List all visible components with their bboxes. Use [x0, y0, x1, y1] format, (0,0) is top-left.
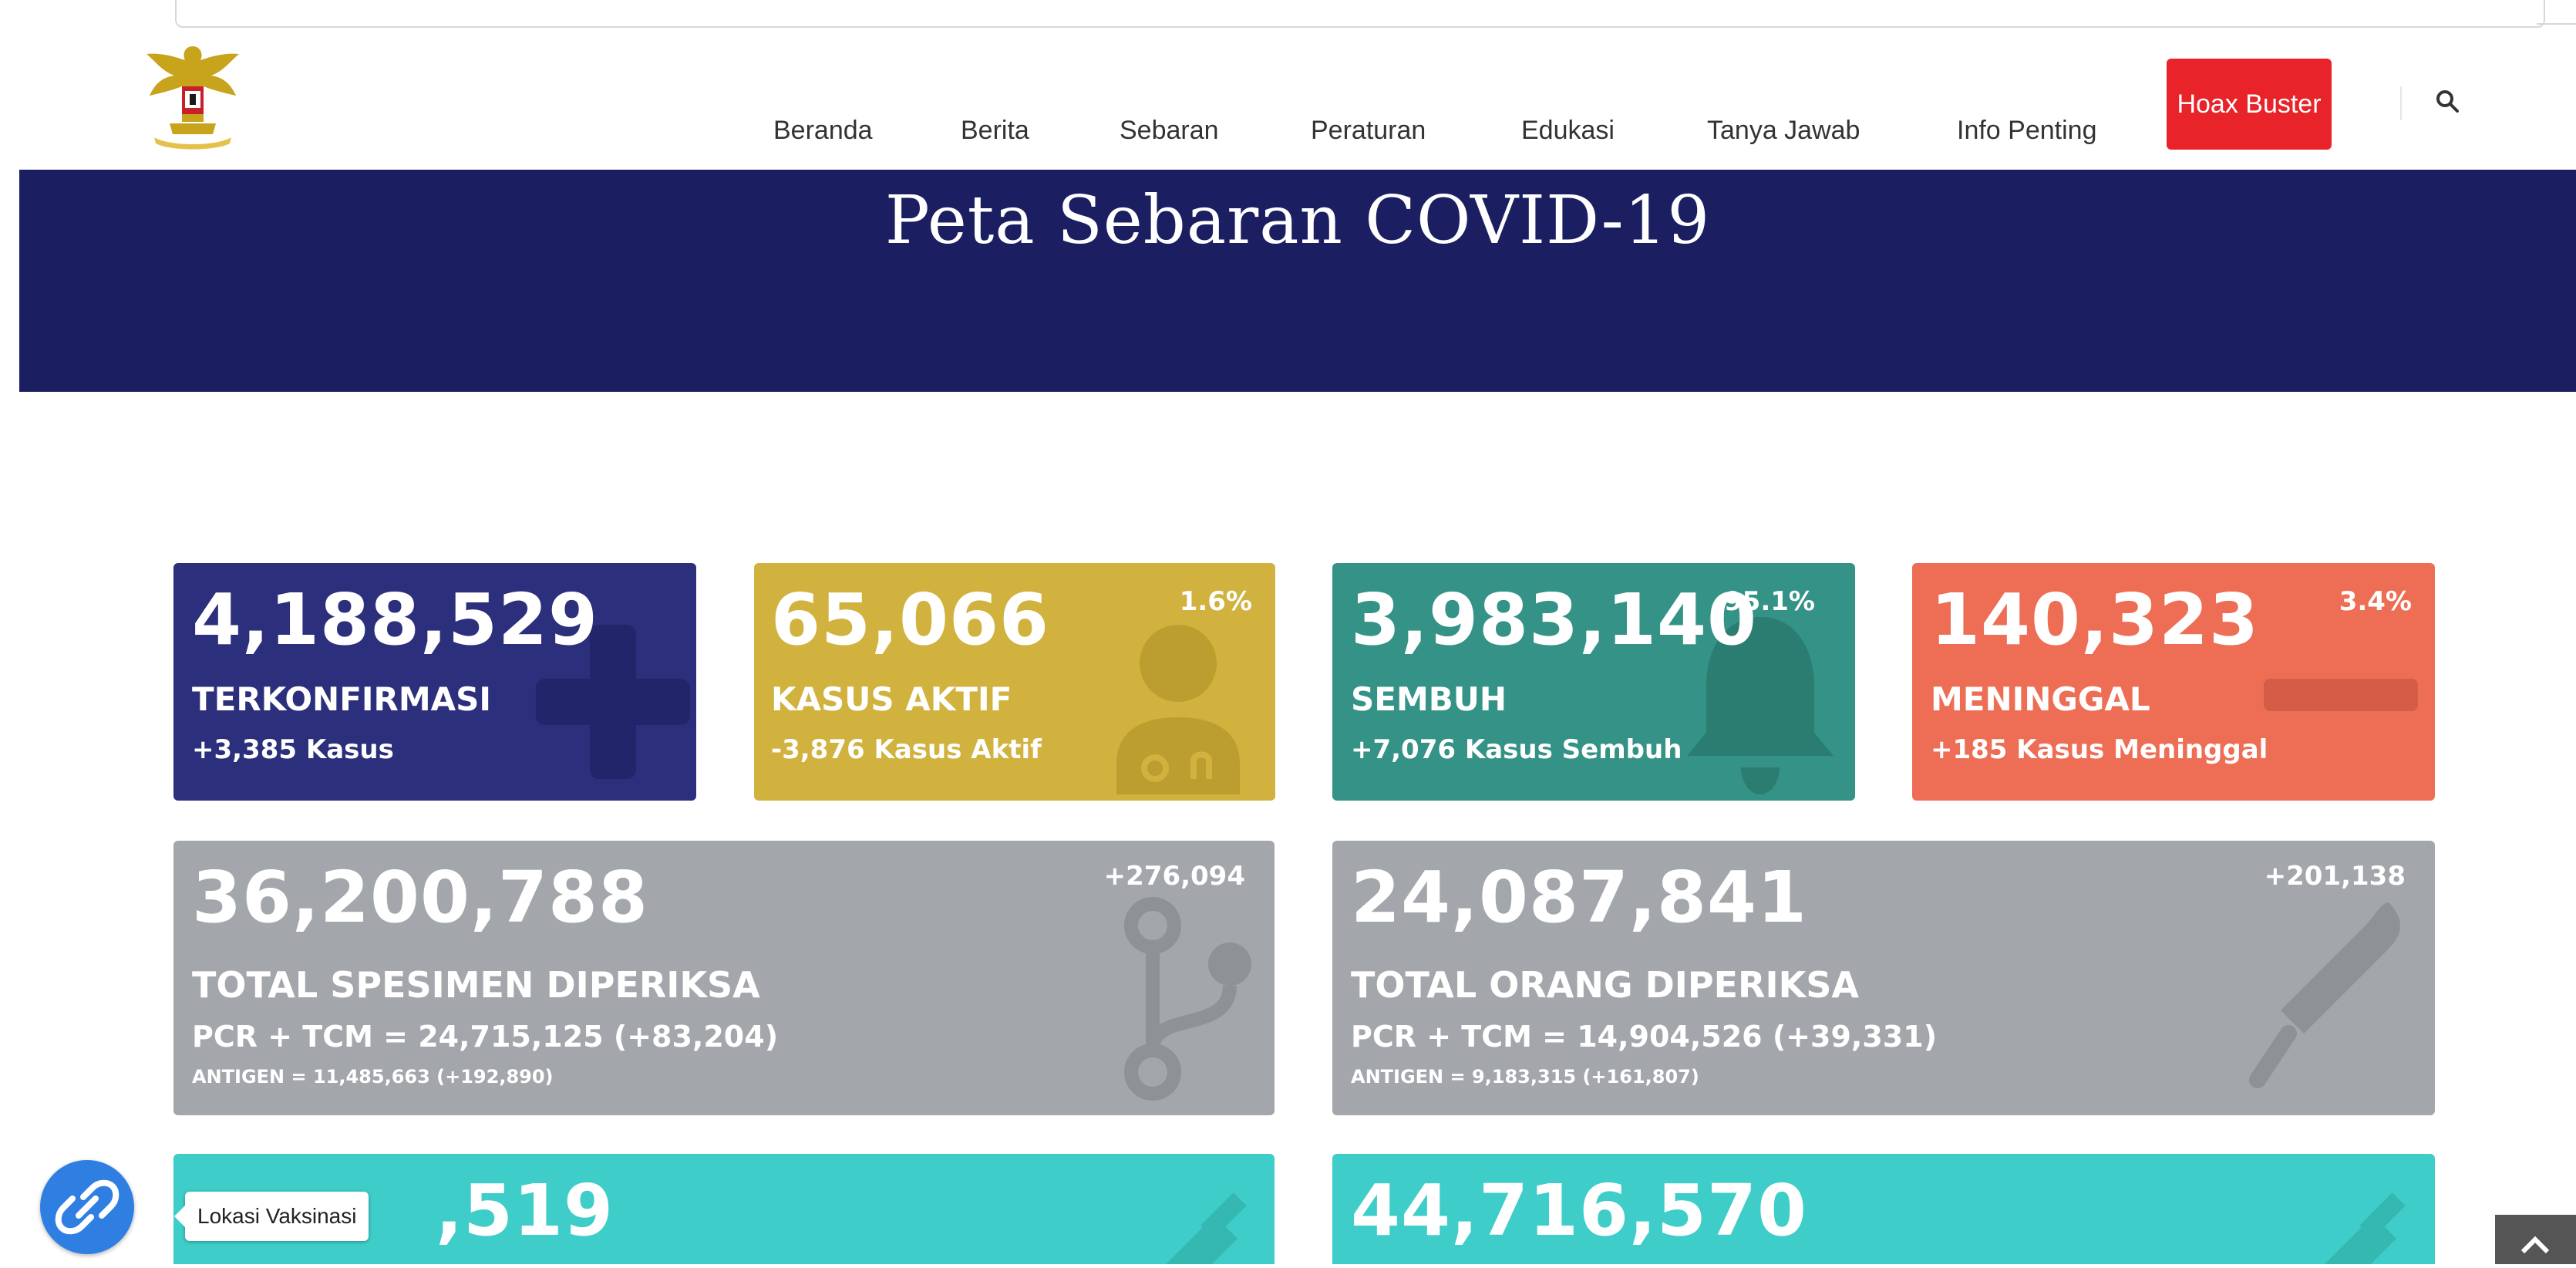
vaccination-location-button[interactable] [40, 1160, 134, 1254]
stat-card-active: 1.6% 65,066 KASUS AKTIF -3,876 Kasus Akt… [754, 563, 1275, 801]
doctor-icon [1116, 625, 1240, 794]
nav-divider [2400, 86, 2402, 120]
link-icon [55, 1179, 120, 1235]
confirmed-label: TERKONFIRMASI [192, 680, 492, 718]
stat-card-deaths: 3.4% 140,323 MENINGGAL +185 Kasus Mening… [1912, 563, 2435, 801]
nav-info-penting[interactable]: Info Penting [1957, 116, 2096, 146]
vaccine-1-value: ,519 [436, 1169, 614, 1252]
specimens-pcr: PCR + TCM = 24,715,125 (+83,204) [192, 1020, 779, 1054]
nav-edukasi[interactable]: Edukasi [1521, 116, 1615, 146]
deaths-percent: 3.4% [2339, 586, 2412, 617]
nav-peraturan[interactable]: Peraturan [1311, 116, 1426, 146]
specimens-antigen: ANTIGEN = 11,485,663 (+192,890) [192, 1066, 554, 1088]
active-percent: 1.6% [1179, 586, 1252, 617]
deaths-label: MENINGGAL [1931, 680, 2150, 718]
people-label: TOTAL ORANG DIPERIKSA [1351, 964, 1859, 1006]
vaccine-2-value: 44,716,570 [1351, 1169, 1808, 1252]
chevron-up-icon [2520, 1236, 2550, 1254]
nav-berita[interactable]: Berita [961, 116, 1029, 146]
stat-card-vaccine-2: 44,716,570 [1332, 1154, 2435, 1264]
specimens-value: 36,200,788 [192, 856, 649, 939]
active-label: KASUS AKTIF [771, 680, 1012, 718]
active-change: -3,876 Kasus Aktif [771, 734, 1042, 765]
people-value: 24,087,841 [1351, 856, 1808, 939]
thermometer-icon [2249, 902, 2400, 1088]
search-icon[interactable] [2433, 86, 2463, 117]
people-delta: +201,138 [2264, 861, 2406, 892]
navbar: Beranda Berita Sebaran Peraturan Edukasi… [0, 31, 2576, 170]
nav-tanya-jawab[interactable]: Tanya Jawab [1707, 116, 1860, 146]
page-title: Peta Sebaran COVID-19 [884, 182, 1711, 259]
vaccination-tooltip: Lokasi Vaksinasi [173, 1192, 369, 1241]
browser-edge-right [2537, 0, 2576, 25]
recovered-value: 3,983,140 [1351, 578, 1757, 661]
confirmed-change: +3,385 Kasus [192, 734, 394, 765]
scroll-top-button[interactable] [2495, 1215, 2576, 1264]
garuda-logo[interactable] [139, 31, 247, 162]
active-value: 65,066 [771, 578, 1050, 661]
stat-card-specimens: +276,094 36,200,788 TOTAL SPESIMEN DIPER… [173, 841, 1275, 1115]
stat-card-recovered: 95.1% 3,983,140 SEMBUH +7,076 Kasus Semb… [1332, 563, 1855, 801]
nav-beranda[interactable]: Beranda [773, 116, 873, 146]
hoax-buster-button[interactable]: Hoax Buster [2167, 59, 2332, 150]
recovered-change: +7,076 Kasus Sembuh [1351, 734, 1682, 765]
deaths-value: 140,323 [1931, 578, 2260, 661]
deaths-change: +185 Kasus Meninggal [1931, 734, 2268, 765]
specimens-delta: +276,094 [1103, 861, 1245, 892]
recovered-label: SEMBUH [1351, 680, 1507, 718]
syringe-icon [1166, 1192, 1247, 1264]
nav-sebaran[interactable]: Sebaran [1120, 116, 1219, 146]
specimens-label: TOTAL SPESIMEN DIPERIKSA [192, 964, 760, 1006]
stat-card-people: +201,138 24,087,841 TOTAL ORANG DIPERIKS… [1332, 841, 2435, 1115]
confirmed-value: 4,188,529 [192, 578, 598, 661]
people-antigen: ANTIGEN = 9,183,315 (+161,807) [1351, 1066, 1699, 1088]
browser-edge [175, 0, 2545, 28]
hero-banner: Peta Sebaran COVID-19 [19, 170, 2576, 392]
stat-card-confirmed: 4,188,529 TERKONFIRMASI +3,385 Kasus [173, 563, 696, 801]
minus-icon [2264, 679, 2418, 711]
flow-icon [1124, 897, 1251, 1101]
people-pcr: PCR + TCM = 14,904,526 (+39,331) [1351, 1020, 1938, 1054]
syringe-icon [2325, 1192, 2406, 1264]
